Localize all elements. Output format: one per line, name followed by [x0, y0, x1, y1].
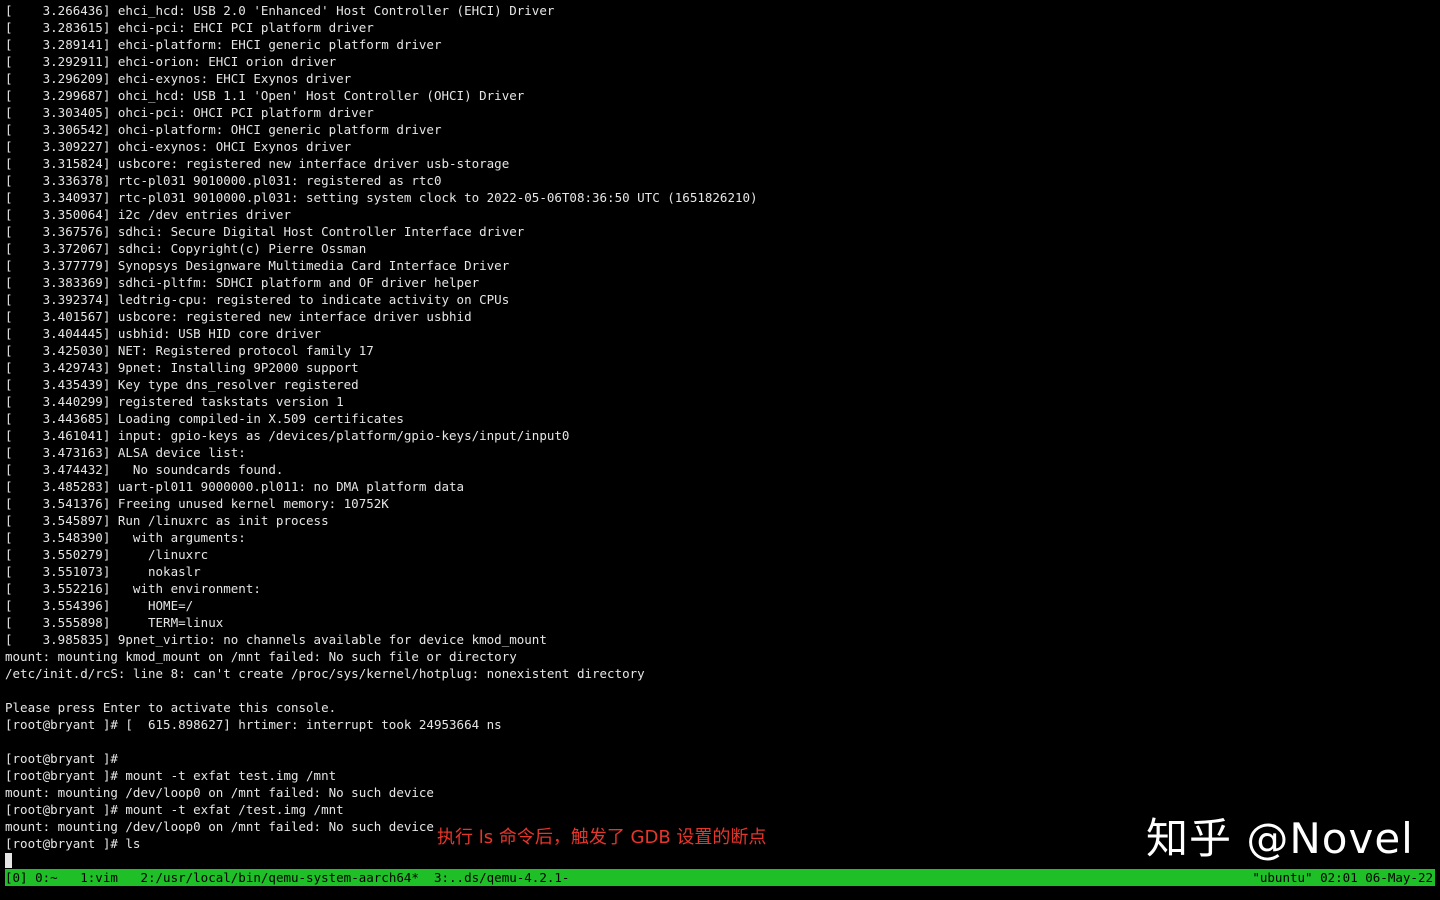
- terminal-line: [root@bryant ]# mount -t exfat test.img …: [5, 768, 337, 783]
- tmux-status-bar: [0] 0:~ 1:vim 2:/usr/local/bin/qemu-syst…: [5, 869, 1435, 886]
- terminal-line: [ 3.401567] usbcore: registered new inte…: [5, 309, 472, 324]
- terminal-line: [ 3.550279] /linuxrc: [5, 547, 209, 562]
- zhihu-watermark: 知乎 @Novel: [1146, 814, 1414, 863]
- terminal-line: [ 3.266436] ehci_hcd: USB 2.0 'Enhanced'…: [5, 3, 555, 18]
- window-tab-1[interactable]: 1:vim: [73, 869, 133, 886]
- terminal-line: [ 3.289141] ehci-platform: EHCI generic …: [5, 37, 442, 52]
- window-tab-0[interactable]: 0:~: [28, 869, 73, 886]
- terminal-line: [root@bryant ]#: [5, 751, 118, 766]
- status-left: [0] 0:~ 1:vim 2:/usr/local/bin/qemu-syst…: [5, 869, 569, 886]
- terminal-line: [root@bryant ]# [ 615.898627] hrtimer: i…: [5, 717, 502, 732]
- terminal-line: [ 3.429743] 9pnet: Installing 9P2000 sup…: [5, 360, 359, 375]
- terminal-line: [ 3.443685] Loading compiled-in X.509 ce…: [5, 411, 404, 426]
- terminal-line: [ 3.383369] sdhci-pltfm: SDHCI platform …: [5, 275, 480, 290]
- terminal-line: [ 3.350064] i2c /dev entries driver: [5, 207, 291, 222]
- terminal-line: [ 3.985835] 9pnet_virtio: no channels av…: [5, 632, 547, 647]
- terminal-line: [ 3.315824] usbcore: registered new inte…: [5, 156, 510, 171]
- terminal-line: [ 3.303405] ohci-pci: OHCI PCI platform …: [5, 105, 374, 120]
- terminal-line: [ 3.548390] with arguments:: [5, 530, 246, 545]
- status-time: 02:01: [1312, 870, 1358, 885]
- terminal-line: [ 3.425030] NET: Registered protocol fam…: [5, 343, 374, 358]
- terminal-line: [ 3.555898] TERM=linux: [5, 615, 224, 630]
- status-date: 06-May-22: [1357, 870, 1433, 885]
- terminal-line: [ 3.541376] Freeing unused kernel memory…: [5, 496, 389, 511]
- terminal-line: [ 3.485283] uart-pl011 9000000.pl011: no…: [5, 479, 465, 494]
- terminal-line: [ 3.435439] Key type dns_resolver regist…: [5, 377, 359, 392]
- terminal-line: [ 3.377779] Synopsys Designware Multimed…: [5, 258, 510, 273]
- terminal-line: mount: mounting /dev/loop0 on /mnt faile…: [5, 785, 434, 800]
- terminal-line: [ 3.551073] nokaslr: [5, 564, 201, 579]
- status-hostname: "ubuntu": [1252, 870, 1313, 885]
- terminal-line: [ 3.299687] ohci_hcd: USB 1.1 'Open' Hos…: [5, 88, 525, 103]
- terminal-line: [ 3.473163] ALSA device list:: [5, 445, 246, 460]
- terminal-line: [ 3.367576] sdhci: Secure Digital Host C…: [5, 224, 525, 239]
- terminal-line: [ 3.474432] No soundcards found.: [5, 462, 284, 477]
- session-name[interactable]: [0]: [5, 869, 28, 886]
- terminal-line: mount: mounting kmod_mount on /mnt faile…: [5, 649, 517, 664]
- terminal-line: [ 3.306542] ohci-platform: OHCI generic …: [5, 122, 442, 137]
- terminal-line: [ 3.554396] HOME=/: [5, 598, 194, 613]
- terminal-output[interactable]: [ 3.266436] ehci_hcd: USB 2.0 'Enhanced'…: [5, 2, 1435, 868]
- terminal-cursor: [5, 853, 12, 868]
- window-tab-2[interactable]: 2:/usr/local/bin/qemu-system-aarch64*: [133, 869, 427, 886]
- terminal-line: Please press Enter to activate this cons…: [5, 700, 337, 715]
- terminal-line: [ 3.283615] ehci-pci: EHCI PCI platform …: [5, 20, 374, 35]
- terminal-line: [ 3.404445] usbhid: USB HID core driver: [5, 326, 322, 341]
- terminal-line: [ 3.392374] ledtrig-cpu: registered to i…: [5, 292, 510, 307]
- terminal-lines: [ 3.266436] ehci_hcd: USB 2.0 'Enhanced'…: [5, 2, 1435, 852]
- terminal-line: [ 3.552216] with environment:: [5, 581, 261, 596]
- terminal-line: [ 3.309227] ohci-exynos: OHCI Exynos dri…: [5, 139, 352, 154]
- terminal-line: /etc/init.d/rcS: line 8: can't create /p…: [5, 666, 645, 681]
- terminal-line: [ 3.545897] Run /linuxrc as init process: [5, 513, 329, 528]
- terminal-line: [ 3.296209] ehci-exynos: EHCI Exynos dri…: [5, 71, 352, 86]
- terminal-line: [ 3.340937] rtc-pl031 9010000.pl031: set…: [5, 190, 758, 205]
- terminal-line: [ 3.372067] sdhci: Copyright(c) Pierre O…: [5, 241, 367, 256]
- annotation-label: 执行 ls 命令后，触发了 GDB 设置的断点: [437, 827, 767, 848]
- terminal-line: [ 3.292911] ehci-orion: EHCI orion drive…: [5, 54, 337, 69]
- status-right: "ubuntu" 02:01 06-May-22: [1252, 869, 1433, 886]
- terminal-line: [ 3.336378] rtc-pl031 9010000.pl031: reg…: [5, 173, 442, 188]
- terminal-line: [ 3.461041] input: gpio-keys as /devices…: [5, 428, 570, 443]
- window-tab-3[interactable]: 3:..ds/qemu-4.2.1-: [426, 869, 569, 886]
- terminal-line: [ 3.440299] registered taskstats version…: [5, 394, 344, 409]
